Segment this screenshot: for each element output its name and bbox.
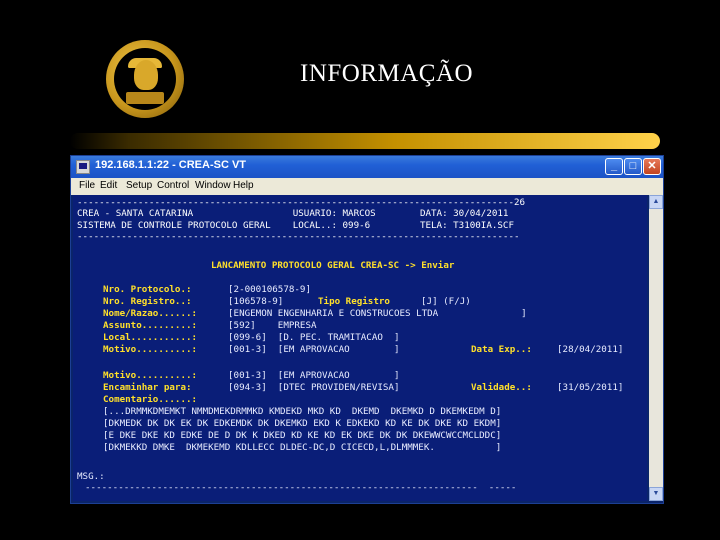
validade-field[interactable]: [31/05/2011] [557, 382, 623, 393]
menu-file[interactable]: File [79, 180, 95, 191]
protocolo-label: Nro. Protocolo.: [103, 284, 192, 295]
comment-line[interactable]: [E DKE DKE KD EDKE DE D DK K DKED KD KE … [103, 430, 501, 441]
motivo-2-label: Motivo..........: [103, 370, 198, 381]
middle-rule: ----------------------------------------… [77, 231, 520, 242]
comment-line[interactable]: [DKMEKKD DMKE DKMEKEMD KDLLECC DLDEC-DC,… [103, 442, 501, 453]
terminal-app-icon[interactable] [76, 160, 90, 174]
registro-label: Nro. Registro..: [103, 296, 192, 307]
menu-help[interactable]: Help [233, 180, 254, 191]
window-titlebar[interactable]: 192.168.1.1:22 - CREA-SC VT _ □ ✕ [71, 156, 663, 178]
slide-title: INFORMAÇÃO [300, 60, 474, 87]
protocolo-field[interactable]: [2-000106578-9] [228, 284, 311, 295]
message-line: MSG.: [77, 471, 105, 482]
top-rule: ----------------------------------------… [77, 197, 526, 208]
menu-window[interactable]: Window [195, 180, 231, 191]
tipo-registro-field[interactable]: [J] (F/J) [421, 296, 471, 307]
menu-setup[interactable]: Setup [126, 180, 152, 191]
nome-field[interactable]: [ENGEMON ENGENHARIA E CONSTRUCOES LTDA ] [228, 308, 527, 319]
header-line-1: CREA - SANTA CATARINA USUARIO: MARCOS DA… [77, 208, 509, 219]
scroll-up-arrow-icon[interactable]: ▲ [649, 195, 663, 209]
terminal-window: 192.168.1.1:22 - CREA-SC VT _ □ ✕ File E… [70, 155, 664, 504]
registro-field[interactable]: [106578-9] [228, 296, 283, 307]
motivo-2-field[interactable]: [001-3] [EM APROVACAO ] [228, 370, 399, 381]
window-title: 192.168.1.1:22 - CREA-SC VT [95, 159, 247, 171]
encaminhar-label: Encaminhar para: [103, 382, 192, 393]
data-exp-label: Data Exp..: [471, 344, 532, 355]
bottom-rule: ----------------------------------------… [85, 482, 517, 493]
motivo-label: Motivo..........: [103, 344, 198, 355]
logo-inner [114, 48, 176, 110]
tipo-registro-label: Tipo Registro [318, 296, 390, 307]
motivo-field[interactable]: [001-3] [EM APROVACAO ] [228, 344, 399, 355]
menu-edit[interactable]: Edit [100, 180, 117, 191]
close-button[interactable]: ✕ [643, 158, 661, 175]
minimize-button[interactable]: _ [605, 158, 623, 175]
crea-seal-logo [106, 40, 184, 118]
data-exp-field[interactable]: [28/04/2011] [557, 344, 623, 355]
local-label: Local...........: [103, 332, 198, 343]
header-line-2: SISTEMA DE CONTROLE PROTOCOLO GERAL LOCA… [77, 220, 514, 231]
nome-label: Nome/Razao......: [103, 308, 198, 319]
decorative-gold-bar [70, 133, 660, 149]
logo-base [126, 92, 164, 104]
comment-line[interactable]: [...DRMMKDMEMKT NMMDMEKDRMMKD KMDEKD MKD… [103, 406, 501, 417]
comment-line[interactable]: [DKMEDK DK DK EK DK EDKEMDK DK DKEMKD EK… [103, 418, 501, 429]
encaminhar-field[interactable]: [094-3] [DTEC PROVIDEN/REVISA] [228, 382, 399, 393]
local-field[interactable]: [099-6] [D. PEC. TRAMITACAO ] [228, 332, 399, 343]
vertical-scrollbar[interactable]: ▲ ▼ [649, 195, 663, 501]
menu-bar: File Edit Setup Control Window Help [71, 178, 663, 195]
comentario-label: Comentario......: [103, 394, 198, 405]
head-icon [134, 60, 158, 90]
scroll-down-arrow-icon[interactable]: ▼ [649, 487, 663, 501]
menu-control[interactable]: Control [157, 180, 189, 191]
assunto-field[interactable]: [592] EMPRESA [228, 320, 317, 331]
assunto-label: Assunto.........: [103, 320, 198, 331]
screen-title: LANCAMENTO PROTOCOLO GERAL CREA-SC -> En… [211, 260, 455, 271]
validade-label: Validade..: [471, 382, 532, 393]
terminal-screen[interactable]: ----------------------------------------… [73, 195, 647, 501]
maximize-button[interactable]: □ [624, 158, 642, 175]
